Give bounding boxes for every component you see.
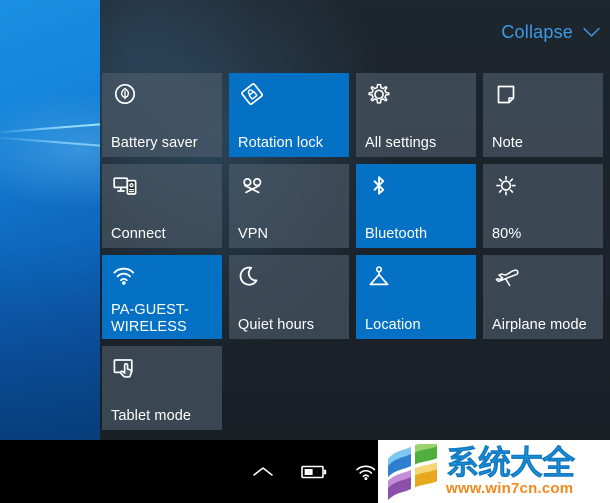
quick-action-tile-battery-saver[interactable]: Battery saver: [102, 73, 222, 157]
tile-placeholder: [356, 346, 476, 430]
tile-label: Connect: [111, 226, 166, 242]
quick-action-tile-airplane-mode[interactable]: Airplane mode: [483, 255, 603, 339]
quick-action-tile-rotation-lock[interactable]: Rotation lock: [229, 73, 349, 157]
quick-action-tile-grid: Battery saver Rotation lock All settings No…: [102, 73, 608, 430]
watermark-text: 系统大全 www.win7cn.com: [446, 443, 576, 497]
brightness-icon: [492, 172, 520, 200]
location-icon: [365, 263, 393, 291]
site-watermark: 系统大全 www.win7cn.com: [378, 440, 610, 503]
chevron-down-icon: [583, 27, 600, 37]
bluetooth-icon: [365, 172, 393, 200]
wallpaper-glow: [0, 90, 100, 210]
watermark-url: www.win7cn.com: [446, 480, 574, 497]
wifi-icon[interactable]: [354, 463, 378, 481]
connect-icon: [111, 172, 139, 200]
action-center-panel: Collapse Battery saver Rotation lock All s…: [100, 0, 610, 440]
quick-action-tile-connect[interactable]: Connect: [102, 164, 222, 248]
airplane-icon: [492, 263, 520, 291]
tile-label: Tablet mode: [111, 408, 192, 424]
tile-label: PA-GUEST- WIRELESS: [111, 302, 189, 335]
tile-label: 80%: [492, 226, 522, 242]
quick-action-tile-all-settings[interactable]: All settings: [356, 73, 476, 157]
quick-action-tile-80[interactable]: 80%: [483, 164, 603, 248]
quick-action-tile-note[interactable]: Note: [483, 73, 603, 157]
desktop-wallpaper: [0, 0, 100, 440]
tile-label: All settings: [365, 135, 437, 151]
battery-icon[interactable]: [301, 464, 327, 480]
quick-action-tile-bluetooth[interactable]: Bluetooth: [356, 164, 476, 248]
quick-action-tile-tablet-mode[interactable]: Tablet mode: [102, 346, 222, 430]
tile-placeholder: [229, 346, 349, 430]
wallpaper-shadow: [0, 240, 100, 440]
vpn-icon: [238, 172, 266, 200]
quick-action-tile-location[interactable]: Location: [356, 255, 476, 339]
tile-label: Note: [492, 135, 524, 151]
battery-saver-icon: [111, 81, 139, 109]
tablet-mode-icon: [111, 354, 139, 382]
moon-icon: [238, 263, 266, 291]
note-icon: [492, 81, 520, 109]
quick-action-tile-quiet-hours[interactable]: Quiet hours: [229, 255, 349, 339]
quick-action-tile-pa-guest-wireless[interactable]: PA-GUEST- WIRELESS: [102, 255, 222, 339]
rotation-lock-icon: [238, 81, 266, 109]
tile-label: VPN: [238, 226, 269, 242]
tile-label: Quiet hours: [238, 317, 315, 333]
collapse-label: Collapse: [501, 22, 573, 42]
show-hidden-icons-chevron-icon[interactable]: [252, 465, 274, 479]
tile-label: Battery saver: [111, 135, 198, 151]
tile-label: Rotation lock: [238, 135, 324, 151]
tile-label: Bluetooth: [365, 226, 428, 242]
windows-logo-icon: [388, 443, 437, 500]
collapse-button[interactable]: Collapse: [501, 22, 600, 43]
tile-placeholder: [483, 346, 603, 430]
windows-desktop-screenshot: Collapse Battery saver Rotation lock All s…: [0, 0, 610, 503]
gear-icon: [365, 81, 393, 109]
wifi-icon: [111, 263, 139, 291]
tile-label: Airplane mode: [492, 317, 587, 333]
tile-label: Location: [365, 317, 421, 333]
quick-action-tile-vpn[interactable]: VPN: [229, 164, 349, 248]
system-tray: [252, 440, 378, 503]
watermark-site-name: 系统大全: [446, 443, 576, 482]
